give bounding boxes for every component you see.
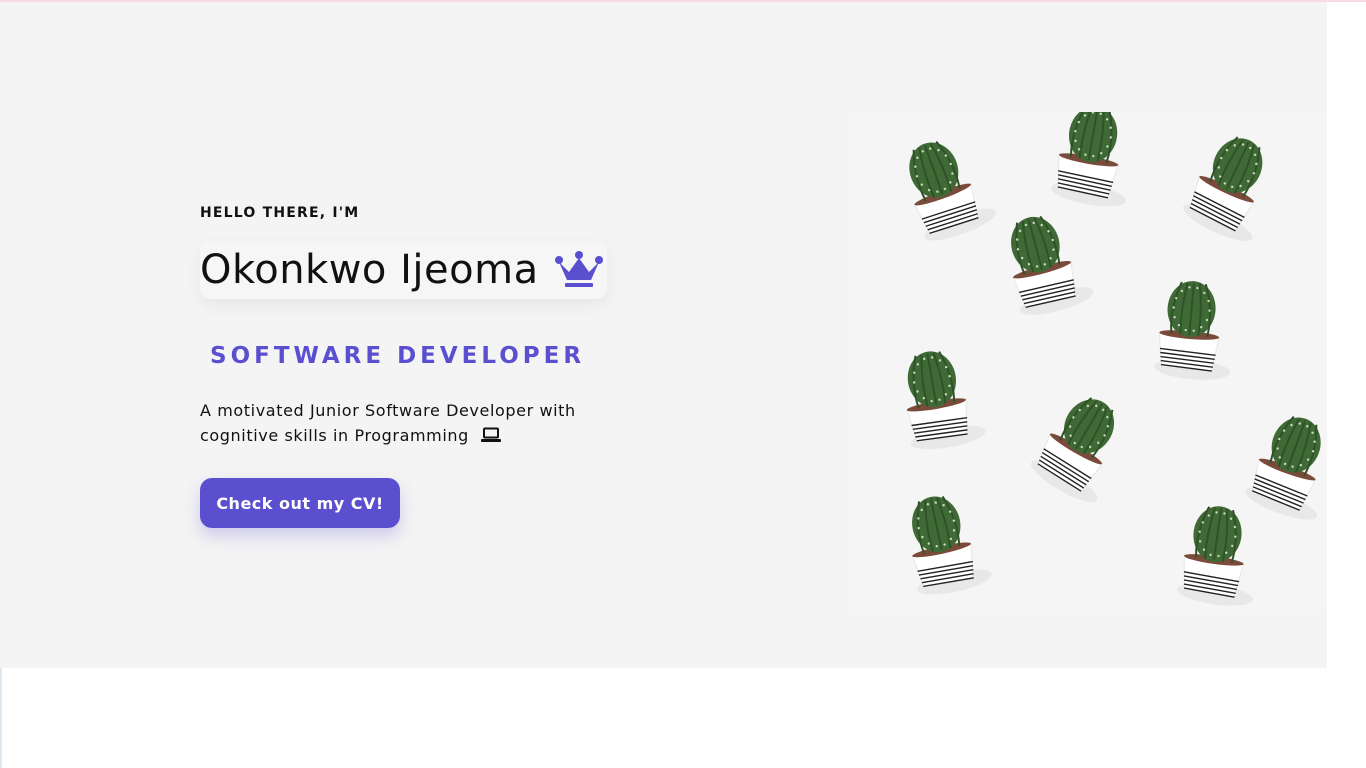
cactus-pot xyxy=(1154,281,1231,380)
person-name: Okonkwo Ijeoma xyxy=(200,247,539,293)
description-text: A motivated Junior Software Developer wi… xyxy=(200,401,576,445)
cactus-pot xyxy=(909,140,996,241)
cactus-pot xyxy=(1011,215,1094,315)
cactus-pot xyxy=(1177,506,1253,606)
name-card: Okonkwo Ijeoma xyxy=(200,241,607,299)
cactus-pots-photo xyxy=(850,112,1327,612)
description: A motivated Junior Software Developer wi… xyxy=(200,398,630,448)
cactus-pot xyxy=(906,351,986,450)
greeting-text: HELLO THERE, I'M xyxy=(200,205,360,221)
cactus-pot xyxy=(1182,136,1263,242)
cv-button[interactable]: Check out my CV! xyxy=(200,478,400,528)
cactus-pot xyxy=(911,495,992,595)
crown-icon xyxy=(553,250,605,290)
right-margin xyxy=(1327,2,1366,768)
laptop-icon xyxy=(480,425,501,442)
hero-section: HELLO THERE, I'M Okonkwo Ijeoma SOFTWARE… xyxy=(0,2,1327,668)
left-edge xyxy=(0,668,2,768)
job-title: SOFTWARE DEVELOPER xyxy=(210,343,586,369)
cactus-pot xyxy=(1030,397,1115,503)
cactus-pot xyxy=(1245,415,1321,520)
cactus-pot xyxy=(1051,112,1127,207)
